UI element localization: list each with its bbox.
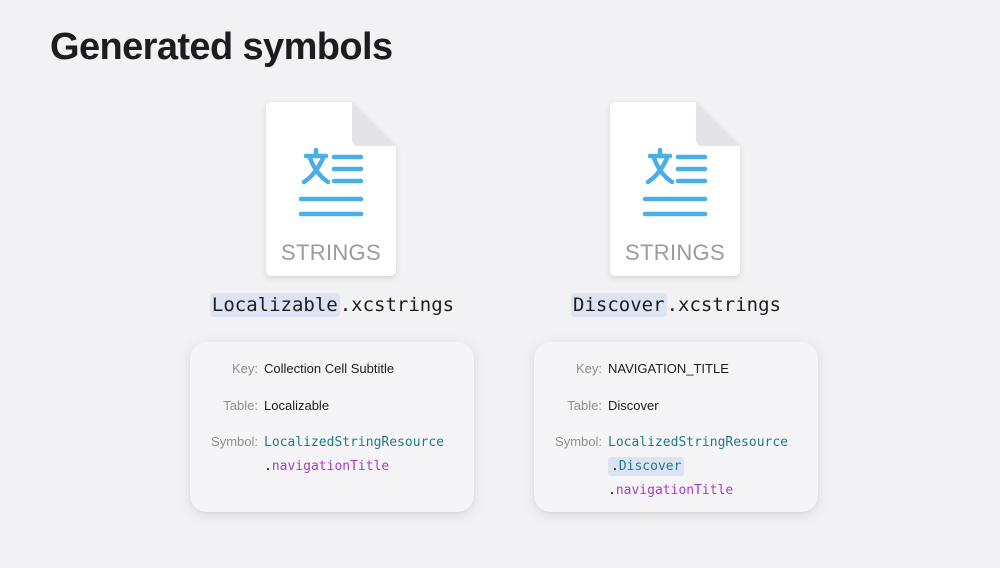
symbol-table-line: .Discover: [608, 457, 685, 476]
table-label: Table:: [567, 398, 602, 413]
table-row: Table: Discover: [534, 395, 818, 417]
key-row: Key: NAVIGATION_TITLE: [534, 358, 818, 380]
symbol-property-line: .navigationTitle: [608, 483, 734, 498]
file-column-discover: STRINGS Discover .xcstrings Key: NAVIGATI…: [534, 0, 818, 568]
key-label: Key:: [575, 361, 602, 376]
file-type-label: STRINGS: [281, 240, 381, 265]
table-label: Table:: [223, 398, 258, 413]
symbol-label: Symbol:: [555, 434, 602, 449]
key-value: Collection Cell Subtitle: [264, 361, 395, 376]
symbol-property: navigationTitle: [271, 459, 390, 474]
symbol-info-card: Key: Collection Cell Subtitle Table: Loc…: [190, 342, 474, 512]
symbol-info-card: Key: NAVIGATION_TITLE Table: Discover Sy…: [534, 342, 818, 512]
symbol-property: navigationTitle: [615, 483, 734, 498]
table-value: Discover: [608, 398, 659, 413]
table-row: Table: Localizable: [190, 395, 474, 417]
file-name-base: Discover: [571, 293, 667, 317]
strings-file-icon: STRINGS: [610, 102, 740, 276]
key-label: Key:: [231, 361, 258, 376]
strings-file-icon: STRINGS: [266, 102, 396, 276]
symbol-table: Discover: [618, 459, 682, 474]
file-column-localizable: STRINGS Localizable .xcstrings Key: Colle…: [190, 0, 474, 568]
file-name-base: Localizable: [209, 293, 340, 317]
file-extension: .xcstrings: [666, 294, 781, 316]
symbol-property-line: .navigationTitle: [264, 459, 390, 474]
key-value: NAVIGATION_TITLE: [608, 361, 729, 376]
key-row: Key: Collection Cell Subtitle: [190, 358, 474, 380]
file-type-label: STRINGS: [625, 240, 725, 265]
file-name: Discover .xcstrings: [534, 293, 818, 317]
symbol-type: LocalizedStringResource: [264, 435, 445, 450]
symbol-type: LocalizedStringResource: [608, 435, 789, 450]
symbol-label: Symbol:: [211, 434, 258, 449]
file-name: Localizable .xcstrings: [190, 293, 474, 317]
table-value: Localizable: [264, 398, 330, 413]
file-extension: .xcstrings: [339, 294, 455, 316]
